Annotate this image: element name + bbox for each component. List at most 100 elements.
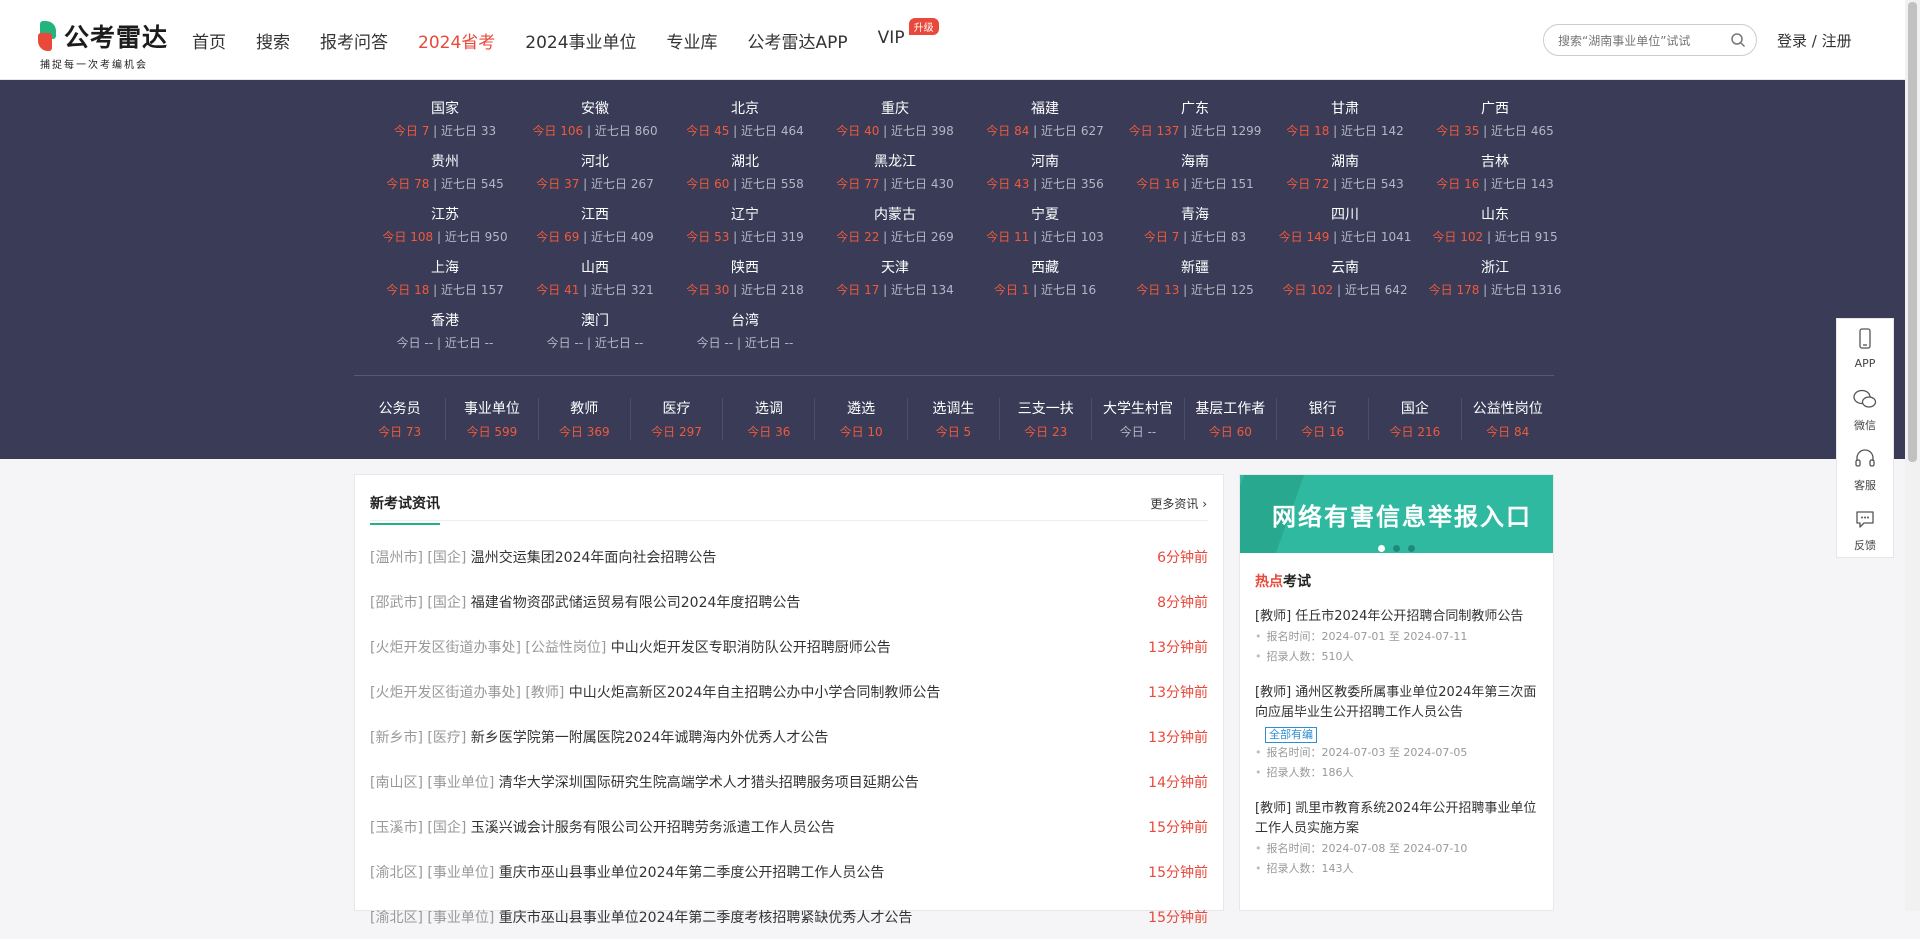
news-item[interactable]: [玉溪市] [国企] 玉溪兴诚会计服务有限公司公开招聘劳务派遣工作人员公告 15分…	[370, 804, 1208, 849]
category-item[interactable]: 医疗 今日 297	[631, 398, 724, 440]
category-item[interactable]: 银行 今日 16	[1277, 398, 1370, 440]
category-item[interactable]: 公务员 今日 73	[354, 398, 447, 440]
site-logo[interactable]: 公考雷达 捕捉每一次考编机会	[38, 18, 168, 71]
search-icon[interactable]	[1730, 32, 1746, 48]
category-item[interactable]: 事业单位 今日 599	[446, 398, 539, 440]
news-more-link[interactable]: 更多资讯 ›	[1150, 495, 1207, 512]
hot-exam-title[interactable]: [教师] 凯里市教育系统2024年公开招聘事业单位工作人员实施方案	[1255, 799, 1545, 839]
news-title-link[interactable]: 清华大学深圳国际研究生院高端学术人才猎头招聘服务项目延期公告	[499, 775, 919, 791]
news-item[interactable]: [火炬开发区街道办事处] [公益性岗位] 中山火炬开发区专职消防队公开招聘厨师公…	[370, 624, 1208, 669]
category-item[interactable]: 基层工作者 今日 60	[1185, 398, 1277, 440]
report-banner[interactable]: 网络有害信息举报入口	[1240, 475, 1553, 553]
news-title-link[interactable]: 福建省物资邵武储运贸易有限公司2024年度招聘公告	[471, 595, 801, 611]
category-item[interactable]: 教师 今日 369	[539, 398, 631, 440]
nav-major-library[interactable]: 专业库	[667, 28, 718, 53]
news-item[interactable]: [南山区] [事业单位] 清华大学深圳国际研究生院高端学术人才猎头招聘服务项目延…	[370, 759, 1208, 804]
region-item[interactable]: 台湾 今日 -- | 近七日 --	[670, 310, 820, 351]
register-link[interactable]: 注册	[1822, 32, 1852, 50]
news-title-link[interactable]: 重庆市巫山县事业单位2024年第二季度考核招聘紧缺优秀人才公告	[499, 910, 913, 926]
login-link[interactable]: 登录	[1777, 32, 1807, 50]
carousel-dot[interactable]	[1408, 545, 1415, 552]
region-item[interactable]: 内蒙古 今日 22 | 近七日 269	[820, 204, 970, 245]
float-service-button[interactable]: 客服	[1837, 439, 1893, 499]
region-item[interactable]: 国家 今日 7 | 近七日 33	[370, 98, 520, 139]
region-item[interactable]: 福建 今日 84 | 近七日 627	[970, 98, 1120, 139]
hot-exam-title[interactable]: [教师] 通州区教委所属事业单位2024年第三次面向应届毕业生公开招聘工作人员公…	[1255, 683, 1545, 723]
news-item[interactable]: [火炬开发区街道办事处] [教师] 中山火炬高新区2024年自主招聘公办中小学合…	[370, 669, 1208, 714]
nav-app[interactable]: 公考雷达APP	[748, 28, 848, 53]
hot-exam-item[interactable]: [教师] 凯里市教育系统2024年公开招聘事业单位工作人员实施方案报名时间：20…	[1255, 799, 1545, 879]
news-item[interactable]: [邵武市] [国企] 福建省物资邵武储运贸易有限公司2024年度招聘公告 8分钟前	[370, 579, 1208, 624]
region-item[interactable]: 安徽 今日 106 | 近七日 860	[520, 98, 670, 139]
category-item[interactable]: 选调生 今日 5	[908, 398, 1001, 440]
region-item[interactable]: 上海 今日 18 | 近七日 157	[370, 257, 520, 298]
news-item[interactable]: [渝北区] [事业单位] 重庆市巫山县事业单位2024年第二季度考核招聘紧缺优秀…	[370, 894, 1208, 939]
news-title-link[interactable]: 中山火炬高新区2024年自主招聘公办中小学合同制教师公告	[569, 685, 941, 701]
news-title-link[interactable]: 中山火炬开发区专职消防队公开招聘厨师公告	[611, 640, 891, 656]
region-name: 浙江	[1481, 260, 1509, 276]
float-feedback-button[interactable]: 反馈	[1837, 499, 1893, 559]
region-item[interactable]: 青海 今日 7 | 近七日 83	[1120, 204, 1270, 245]
region-item[interactable]: 澳门 今日 -- | 近七日 --	[520, 310, 670, 351]
region-item[interactable]: 贵州 今日 78 | 近七日 545	[370, 151, 520, 192]
region-item[interactable]: 山东 今日 102 | 近七日 915	[1420, 204, 1570, 245]
region-item[interactable]: 天津 今日 17 | 近七日 134	[820, 257, 970, 298]
region-item[interactable]: 辽宁 今日 53 | 近七日 319	[670, 204, 820, 245]
search-input[interactable]	[1558, 31, 1728, 51]
category-item[interactable]: 国企 今日 216	[1369, 398, 1462, 440]
region-item[interactable]: 西藏 今日 1 | 近七日 16	[970, 257, 1120, 298]
category-today: 今日 369	[558, 425, 610, 439]
nav-2024-provincial[interactable]: 2024省考	[418, 28, 495, 53]
region-item[interactable]: 江西 今日 69 | 近七日 409	[520, 204, 670, 245]
float-wechat-button[interactable]: 微信	[1837, 379, 1893, 439]
nav-search[interactable]: 搜索	[256, 28, 290, 53]
float-app-button[interactable]: APP	[1837, 319, 1893, 379]
news-item[interactable]: [新乡市] [医疗] 新乡医学院第一附属医院2024年诚聘海内外优秀人才公告 13…	[370, 714, 1208, 759]
week-label: 近七日	[1041, 177, 1078, 191]
region-item[interactable]: 河北 今日 37 | 近七日 267	[520, 151, 670, 192]
hot-exam-title[interactable]: [教师] 任丘市2024年公开招聘合同制教师公告	[1255, 607, 1545, 627]
category-item[interactable]: 选调 今日 36	[723, 398, 816, 440]
hot-exam-item[interactable]: [教师] 任丘市2024年公开招聘合同制教师公告报名时间：2024-07-01 …	[1255, 607, 1545, 667]
region-item[interactable]: 吉林 今日 16 | 近七日 143	[1420, 151, 1570, 192]
region-item[interactable]: 海南 今日 16 | 近七日 151	[1120, 151, 1270, 192]
news-title-link[interactable]: 重庆市巫山县事业单位2024年第二季度公开招聘工作人员公告	[499, 865, 885, 881]
region-week: 近七日 269	[891, 230, 954, 244]
region-item[interactable]: 山西 今日 41 | 近七日 321	[520, 257, 670, 298]
region-item[interactable]: 新疆 今日 13 | 近七日 125	[1120, 257, 1270, 298]
page-scrollbar[interactable]	[1905, 0, 1920, 911]
region-item[interactable]: 广东 今日 137 | 近七日 1299	[1120, 98, 1270, 139]
region-item[interactable]: 四川 今日 149 | 近七日 1041	[1270, 204, 1420, 245]
category-item[interactable]: 三支一扶 今日 23	[1000, 398, 1093, 440]
region-item[interactable]: 香港 今日 -- | 近七日 --	[370, 310, 520, 351]
scrollbar-thumb[interactable]	[1908, 2, 1917, 462]
region-item[interactable]: 宁夏 今日 11 | 近七日 103	[970, 204, 1120, 245]
category-item[interactable]: 大学生村官 今日 --	[1092, 398, 1185, 440]
region-item[interactable]: 广西 今日 35 | 近七日 465	[1420, 98, 1570, 139]
news-item[interactable]: [温州市] [国企] 温州交运集团2024年面向社会招聘公告 6分钟前	[370, 534, 1208, 579]
nav-home[interactable]: 首页	[192, 28, 226, 53]
news-item[interactable]: [渝北区] [事业单位] 重庆市巫山县事业单位2024年第二季度公开招聘工作人员…	[370, 849, 1208, 894]
region-item[interactable]: 北京 今日 45 | 近七日 464	[670, 98, 820, 139]
region-item[interactable]: 湖南 今日 72 | 近七日 543	[1270, 151, 1420, 192]
hot-exam-item[interactable]: [教师] 通州区教委所属事业单位2024年第三次面向应届毕业生公开招聘工作人员公…	[1255, 683, 1545, 783]
region-item[interactable]: 湖北 今日 60 | 近七日 558	[670, 151, 820, 192]
carousel-dot[interactable]	[1393, 545, 1400, 552]
news-title-link[interactable]: 新乡医学院第一附属医院2024年诚聘海内外优秀人才公告	[471, 730, 829, 746]
nav-qa[interactable]: 报考问答	[320, 28, 388, 53]
category-item[interactable]: 遴选 今日 10	[815, 398, 908, 440]
news-title-link[interactable]: 温州交运集团2024年面向社会招聘公告	[471, 550, 717, 566]
nav-2024-public-institution[interactable]: 2024事业单位	[525, 28, 636, 53]
region-item[interactable]: 河南 今日 43 | 近七日 356	[970, 151, 1120, 192]
region-item[interactable]: 云南 今日 102 | 近七日 642	[1270, 257, 1420, 298]
region-item[interactable]: 重庆 今日 40 | 近七日 398	[820, 98, 970, 139]
news-title-link[interactable]: 玉溪兴诚会计服务有限公司公开招聘劳务派遣工作人员公告	[471, 820, 835, 836]
nav-vip[interactable]: VIP 升级	[878, 18, 939, 53]
carousel-dot[interactable]	[1378, 545, 1385, 552]
region-item[interactable]: 江苏 今日 108 | 近七日 950	[370, 204, 520, 245]
category-item[interactable]: 公益性岗位 今日 84	[1462, 398, 1554, 440]
region-item[interactable]: 甘肃 今日 18 | 近七日 142	[1270, 98, 1420, 139]
region-item[interactable]: 陕西 今日 30 | 近七日 218	[670, 257, 820, 298]
region-item[interactable]: 黑龙江 今日 77 | 近七日 430	[820, 151, 970, 192]
region-item[interactable]: 浙江 今日 178 | 近七日 1316	[1420, 257, 1570, 298]
